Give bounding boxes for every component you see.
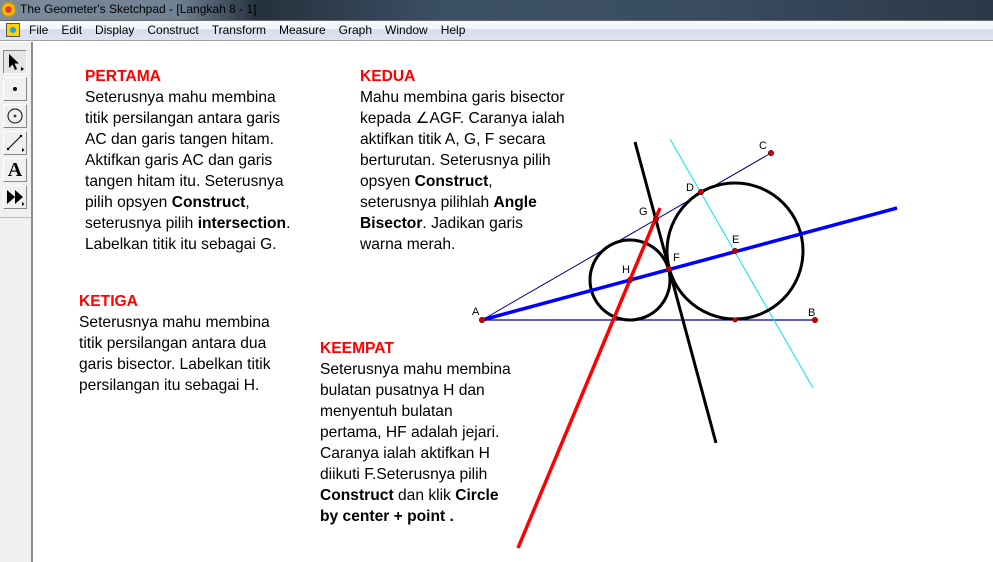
ketiga-line: titik persilangan antara dua <box>79 335 267 352</box>
pertama-line: pilih opsyen Construct, <box>85 192 290 213</box>
kedua-line: seterusnya pilihlah Angle <box>360 192 565 213</box>
sketchpad-app-icon[interactable] <box>1 2 16 17</box>
text-run: seterusnya pilih <box>85 215 198 232</box>
tangent-point-AB[interactable] <box>732 317 738 323</box>
bold-intersection: intersection <box>197 215 287 232</box>
bold-construct: Construct <box>171 194 246 211</box>
window-titlebar: The Geometer's Sketchpad - [Langkah 8 - … <box>0 0 993 20</box>
label-A[interactable]: A <box>472 306 480 318</box>
menu-transform[interactable]: Transform <box>212 23 266 37</box>
caption-keempat[interactable]: KEEMPAT Seterusnya mahu membina bulatan … <box>320 338 511 527</box>
bold-circle: Circle <box>455 487 499 504</box>
bold-angle: Angle <box>493 194 537 211</box>
pertama-line: Seterusnya mahu membina <box>85 89 276 106</box>
point-H[interactable] <box>626 276 634 284</box>
keempat-line: Caranya ialah aktifkan H <box>320 445 490 462</box>
point-D[interactable] <box>697 188 705 196</box>
point-C[interactable] <box>767 149 775 157</box>
menu-bar: File Edit Display Construct Transform Me… <box>0 20 993 41</box>
menu-construct[interactable]: Construct <box>147 23 198 37</box>
point-A[interactable] <box>478 316 486 324</box>
kedua-line: Mahu membina garis bisector <box>360 89 565 106</box>
label-H[interactable]: H <box>622 264 630 276</box>
bold-construct: Construct <box>320 487 394 504</box>
point-G[interactable] <box>652 215 660 223</box>
text-run: , <box>488 173 493 190</box>
toolbox: A <box>0 42 33 562</box>
heading-keempat: KEEMPAT <box>320 340 394 357</box>
text-A-icon: A <box>7 159 23 181</box>
pertama-line: Aktifkan garis AC dan garis <box>85 152 273 169</box>
keempat-line: bulatan pusatnya H dan <box>320 382 485 399</box>
keempat-line: Construct dan klik Circle <box>320 485 511 506</box>
pertama-line: tangen hitam itu. Seterusnya <box>85 173 284 190</box>
menu-edit[interactable]: Edit <box>61 23 82 37</box>
text-run: . <box>286 215 291 232</box>
fast-forward-icon <box>7 190 25 206</box>
caption-ketiga[interactable]: KETIGA Seterusnya mahu membina titik per… <box>79 291 271 396</box>
selection-arrow-tool[interactable] <box>3 50 27 74</box>
sketch-document-icon[interactable] <box>6 23 20 37</box>
bold-construct: Construct <box>414 173 489 190</box>
bold-by-center-point: by center + point . <box>320 508 454 525</box>
segment-icon <box>6 134 25 152</box>
menu-window[interactable]: Window <box>385 23 428 37</box>
ketiga-line: garis bisector. Labelkan titik <box>79 356 271 373</box>
pertama-line: titik persilangan antara garis <box>85 110 281 127</box>
menu-graph[interactable]: Graph <box>339 23 372 37</box>
kedua-line: berturutan. Seterusnya pilih <box>360 152 551 169</box>
kedua-line: warna merah. <box>360 236 456 253</box>
keempat-line: by center + point . <box>320 506 511 527</box>
point-icon <box>13 87 17 91</box>
pertama-line: AC dan garis tangen hitam. <box>85 131 274 148</box>
heading-pertama: PERTAMA <box>85 68 161 85</box>
label-B[interactable]: B <box>808 307 815 319</box>
menu-display[interactable]: Display <box>95 23 134 37</box>
compass-tool[interactable] <box>3 104 27 128</box>
kedua-line: kepada ∠AGF. Caranya ialah <box>360 110 565 127</box>
text-run: . Jadikan garis <box>422 215 523 232</box>
point-tool[interactable] <box>3 77 27 101</box>
label-D[interactable]: D <box>686 182 694 194</box>
custom-tool[interactable] <box>3 185 27 209</box>
bold-bisector: Bisector <box>360 215 423 232</box>
pertama-line: seterusnya pilih intersection. <box>85 213 290 234</box>
keempat-line: menyentuh bulatan <box>320 403 453 420</box>
point-E[interactable] <box>731 247 739 255</box>
text-run: dan klik <box>393 487 456 504</box>
text-run: pilih opsyen <box>85 194 172 211</box>
circle-icon <box>7 108 23 124</box>
heading-ketiga: KETIGA <box>79 293 138 310</box>
text-run: opsyen <box>360 173 415 190</box>
heading-kedua: KEDUA <box>360 68 416 85</box>
pertama-line: Labelkan titik itu sebagai G. <box>85 236 277 253</box>
ketiga-line: persilangan itu sebagai H. <box>79 377 260 394</box>
label-C[interactable]: C <box>759 140 767 152</box>
ketiga-line: Seterusnya mahu membina <box>79 314 270 331</box>
kedua-line: aktifkan titik A, G, F secara <box>360 131 546 148</box>
arrow-icon <box>9 54 24 71</box>
text-tool[interactable]: A <box>3 158 27 182</box>
caption-pertama[interactable]: PERTAMA Seterusnya mahu membina titik pe… <box>85 66 290 255</box>
keempat-line: pertama, HF adalah jejari. <box>320 424 500 441</box>
straightedge-tool[interactable] <box>3 131 27 155</box>
point-F[interactable] <box>665 265 673 273</box>
kedua-line: Bisector. Jadikan garis <box>360 213 565 234</box>
window-title: The Geometer's Sketchpad - [Langkah 8 - … <box>20 2 257 16</box>
toolbox-separator <box>0 217 31 218</box>
kedua-line: opsyen Construct, <box>360 171 565 192</box>
keempat-line: diikuti F.Seterusnya pilih <box>320 466 488 483</box>
menu-help[interactable]: Help <box>441 23 466 37</box>
text-run: seterusnya pilihlah <box>360 194 494 211</box>
menu-file[interactable]: File <box>29 23 48 37</box>
label-F[interactable]: F <box>673 252 680 264</box>
text-run: , <box>245 194 250 211</box>
label-G[interactable]: G <box>639 206 648 218</box>
label-E[interactable]: E <box>732 234 739 246</box>
caption-kedua[interactable]: KEDUA Mahu membina garis bisector kepada… <box>360 66 565 255</box>
keempat-line: Seterusnya mahu membina <box>320 361 511 378</box>
menu-measure[interactable]: Measure <box>279 23 326 37</box>
